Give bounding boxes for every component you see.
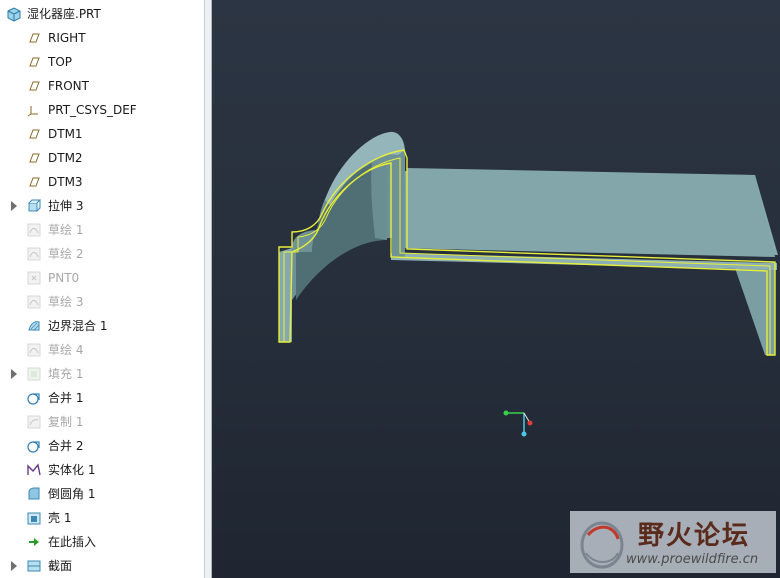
tree-item[interactable]: RIGHT bbox=[0, 26, 204, 50]
tree-item-label: DTM2 bbox=[48, 151, 83, 165]
tree-item-label: PRT_CSYS_DEF bbox=[48, 103, 137, 117]
tree-item-label: 草绘 1 bbox=[48, 223, 84, 237]
tree-item[interactable]: 草绘 1 bbox=[0, 218, 204, 242]
tree-item-label: TOP bbox=[48, 55, 73, 69]
tree-item[interactable]: DTM1 bbox=[0, 122, 204, 146]
watermark-title: 野火论坛 bbox=[638, 521, 751, 551]
tree-item-label: RIGHT bbox=[48, 31, 86, 45]
tree-item[interactable]: PRT_CSYS_DEF bbox=[0, 98, 204, 122]
tree-item[interactable]: TOP bbox=[0, 50, 204, 74]
tree-item[interactable]: 复制 1 bbox=[0, 410, 204, 434]
tree-item[interactable]: 拉伸 3 bbox=[0, 194, 204, 218]
tree-item-label: DTM1 bbox=[48, 127, 83, 141]
tree-item-label: 复制 1 bbox=[48, 415, 84, 429]
tree-item-label: 在此插入 bbox=[48, 535, 97, 549]
tree-item-label: PNT0 bbox=[48, 271, 80, 285]
tree-item[interactable]: 填充 1 bbox=[0, 362, 204, 386]
tree-item-label: 草绘 4 bbox=[48, 343, 84, 357]
tree-item[interactable]: 倒圆角 1 bbox=[0, 482, 204, 506]
sketch-icon bbox=[27, 295, 41, 309]
datum-point-icon bbox=[27, 271, 41, 285]
copy-icon bbox=[27, 415, 41, 429]
tree-item-label: 填充 1 bbox=[48, 367, 84, 381]
tree-item-label: 拉伸 3 bbox=[48, 199, 84, 213]
tree-item[interactable]: PNT0 bbox=[0, 266, 204, 290]
tree-item[interactable]: 在此插入 bbox=[0, 530, 204, 554]
tree-item-label: FRONT bbox=[48, 79, 89, 93]
model-tree-panel: 湿化器座.PRT RIGHT TOP FRONT PRT_CSYS_DEF DTM1 DT… bbox=[0, 0, 204, 578]
tree-item[interactable]: 边界混合 1 bbox=[0, 314, 204, 338]
tree-item[interactable]: DTM3 bbox=[0, 170, 204, 194]
sketch-icon bbox=[27, 223, 41, 237]
fill-icon bbox=[27, 367, 41, 381]
insert-here-arrow-icon bbox=[29, 538, 39, 546]
merge-icon bbox=[27, 441, 40, 453]
tree-item-label: 倒圆角 1 bbox=[48, 487, 96, 501]
tree-item-label: 边界混合 1 bbox=[48, 319, 108, 333]
tree-item[interactable]: 合并 1 bbox=[0, 386, 204, 410]
shell-icon bbox=[27, 512, 41, 525]
tree-item-label: 合并 1 bbox=[48, 391, 84, 405]
coordinate-triad bbox=[503, 410, 533, 437]
datum-plane-icon bbox=[29, 33, 40, 43]
tree-item[interactable]: 草绘 3 bbox=[0, 290, 204, 314]
datum-plane-icon bbox=[29, 81, 40, 91]
datum-plane-icon bbox=[29, 57, 40, 67]
boundary-blend-icon bbox=[28, 321, 40, 331]
expand-arrow-icon[interactable] bbox=[11, 561, 17, 571]
sketch-icon bbox=[27, 247, 41, 261]
graphics-viewport[interactable] bbox=[212, 0, 780, 578]
tree-item-label: DTM3 bbox=[48, 175, 83, 189]
tree-item[interactable]: FRONT bbox=[0, 74, 204, 98]
tree-root-label: 湿化器座.PRT bbox=[27, 7, 101, 21]
model-view bbox=[278, 131, 778, 437]
tree-item[interactable]: 合并 2 bbox=[0, 434, 204, 458]
merge-icon bbox=[27, 393, 40, 405]
tree-item-label: 壳 1 bbox=[48, 511, 72, 525]
tree-item-label: 草绘 3 bbox=[48, 295, 84, 309]
expand-arrow-icon[interactable] bbox=[11, 369, 17, 379]
datum-plane-icon bbox=[29, 177, 40, 187]
section-icon bbox=[27, 560, 41, 572]
datum-plane-icon bbox=[29, 129, 40, 139]
tree-root-part[interactable]: 湿化器座.PRT bbox=[0, 2, 204, 26]
datum-plane-icon bbox=[29, 153, 40, 163]
tree-item[interactable]: 壳 1 bbox=[0, 506, 204, 530]
wildfire-logo-icon bbox=[580, 521, 624, 569]
round-icon bbox=[28, 487, 40, 500]
watermark-url: www.proewildfire.cn bbox=[626, 552, 759, 567]
tree-item[interactable]: 截面 bbox=[0, 554, 204, 578]
extrude-icon bbox=[28, 199, 42, 212]
part-icon bbox=[7, 7, 21, 22]
tree-item-label: 实体化 1 bbox=[48, 463, 96, 477]
tree-item-label: 草绘 2 bbox=[48, 247, 84, 261]
plate-top-surface bbox=[394, 168, 775, 257]
expand-arrow-icon[interactable] bbox=[11, 201, 17, 211]
solidify-icon bbox=[27, 463, 41, 476]
tree-item[interactable]: 草绘 2 bbox=[0, 242, 204, 266]
tree-item-label: 合并 2 bbox=[48, 439, 84, 453]
csys-icon bbox=[27, 106, 38, 117]
tree-item[interactable]: 草绘 4 bbox=[0, 338, 204, 362]
tree-item[interactable]: 实体化 1 bbox=[0, 458, 204, 482]
tree-item[interactable]: DTM2 bbox=[0, 146, 204, 170]
sketch-icon bbox=[27, 343, 41, 357]
tree-item-label: 截面 bbox=[48, 559, 73, 573]
forum-watermark: 野火论坛 www.proewildfire.cn bbox=[570, 511, 776, 573]
right-leg-face bbox=[735, 262, 775, 355]
